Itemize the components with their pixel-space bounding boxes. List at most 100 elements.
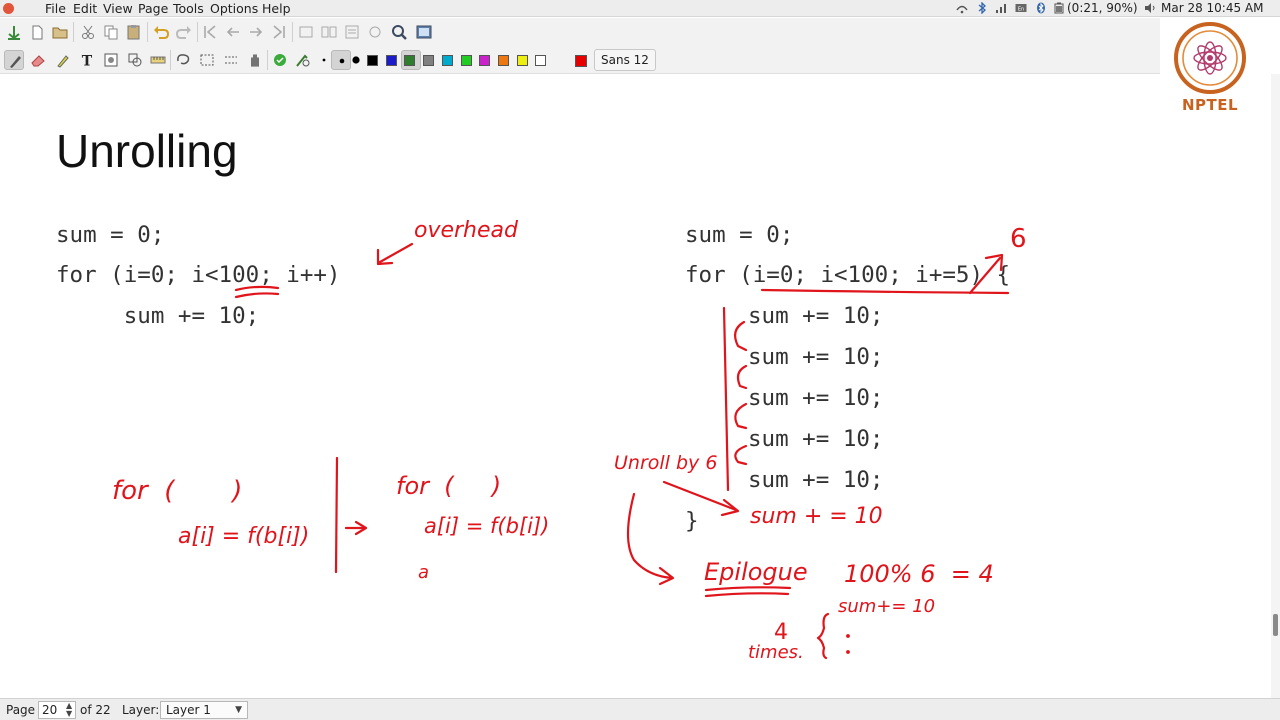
code-line: for (i=0; i<100; i++) [56,262,341,288]
bluetooth-icon[interactable] [976,2,988,14]
annotation-for-2: for ( ) [396,472,502,500]
code-line: for (i=0; i<100; i+=5) { [685,262,1011,288]
annotation-a-partial: a [418,562,430,583]
network-icon[interactable] [995,2,1007,14]
annotation-for-1: for ( ) [112,476,243,506]
eraser-tool-icon[interactable] [28,50,48,70]
nptel-logo-text: NPTEL [1181,96,1239,114]
annotation-mod: 100% 6 = 4 [844,560,994,588]
status-bar: Page 20 ▲ ▼ of 22 Layer: Layer 1 ▼ [0,698,1280,720]
color-swatch[interactable] [423,55,434,66]
wifi-icon[interactable] [956,2,968,14]
color-swatch[interactable] [367,55,378,66]
menu-options[interactable]: Options [210,1,258,16]
annotation-epilogue: Epilogue [704,558,808,586]
code-line: } [685,508,699,534]
insert-page-icon[interactable] [296,22,316,42]
menu-edit[interactable]: Edit [73,1,97,16]
ruler-pen-icon[interactable] [293,50,313,70]
color-swatch[interactable] [479,55,490,66]
annotation-sum-small: sum+= 10 [838,596,936,617]
pen-tool-icon[interactable] [4,50,24,70]
next-page-icon[interactable] [246,22,266,42]
menu-tools[interactable]: Tools [173,1,204,16]
color-swatch[interactable] [575,55,587,67]
color-swatch[interactable] [498,55,509,66]
ruler-tool-icon[interactable] [148,50,168,70]
page-label: Page [6,703,36,717]
previous-page-icon[interactable] [223,22,243,42]
menu-page[interactable]: Page [138,1,168,16]
color-swatch[interactable] [535,55,546,66]
first-page-icon[interactable] [200,22,220,42]
layer-label: Layer: [122,703,160,717]
code-line: sum += 10; [748,385,884,411]
system-tray: En (0:21, 90%) Mar 28 10:45 AM [950,0,1280,17]
zoom-fit-icon[interactable] [365,22,385,42]
redo-icon[interactable] [174,22,194,42]
color-swatch[interactable] [517,55,528,66]
vertical-scrollbar[interactable] [1271,74,1280,698]
clock[interactable]: Mar 28 10:45 AM [1161,1,1264,15]
hand-tool-icon[interactable] [245,50,265,70]
menu-help[interactable]: Help [262,1,291,16]
open-folder-icon[interactable] [50,22,70,42]
annotation-body-2: a[i] = f(b[i]) [424,514,550,538]
lasso-select-icon[interactable] [173,50,193,70]
menu-file[interactable]: File [45,1,66,16]
code-line: sum += 10; [56,303,260,329]
annotation-body-1: a[i] = f(b[i]) [178,524,310,549]
drawing-toolbar: T Sans 12 [0,46,1160,74]
chevron-down-icon: ▼ [235,705,242,715]
color-swatch[interactable] [442,55,453,66]
bluetooth-status-icon[interactable] [1035,2,1047,14]
fullscreen-icon[interactable] [414,22,434,42]
ink-annotations [234,242,1010,660]
toolbar-separator [170,50,171,70]
code-line: sum += 10; [748,303,884,329]
toolbar-separator [267,50,268,70]
annotation-overhead: overhead [414,218,518,243]
slide-title: Unrolling [56,125,238,177]
vertical-space-icon[interactable] [221,50,241,70]
svg-text:T: T [82,54,93,70]
annotation-six: 6 [1010,224,1027,254]
keyboard-layout-icon[interactable]: En [1015,2,1027,14]
volume-icon[interactable] [1144,2,1156,14]
color-swatch[interactable] [386,55,397,66]
undo-icon[interactable] [151,22,171,42]
app-icon[interactable] [3,3,14,14]
layer-select-value: Layer 1 [166,703,211,717]
toolbar-separator [147,22,148,42]
save-icon[interactable] [4,22,24,42]
page-spinner-icon[interactable]: ▲ ▼ [66,702,72,718]
svg-text:En: En [1018,7,1024,13]
paste-icon[interactable] [124,22,144,42]
new-document-icon[interactable] [27,22,47,42]
color-swatch[interactable] [404,55,415,66]
text-tool-icon[interactable]: T [77,50,97,70]
cut-icon[interactable] [78,22,98,42]
page-layout-icon[interactable] [319,22,339,42]
menubar: File Edit View Page Tools Options Help E… [0,0,1280,17]
last-page-icon[interactable] [269,22,289,42]
scrollbar-thumb[interactable] [1273,614,1278,636]
toolbar-separator [197,22,198,42]
color-swatch[interactable] [461,55,472,66]
highlighter-tool-icon[interactable] [53,50,73,70]
shape-recognizer-icon[interactable] [270,50,290,70]
page-list-icon[interactable] [342,22,362,42]
search-icon[interactable] [389,22,409,42]
copy-icon[interactable] [101,22,121,42]
menu-view[interactable]: View [103,1,133,16]
code-line: sum = 0; [685,222,794,248]
font-button[interactable]: Sans 12 [594,49,656,71]
battery-icon[interactable] [1053,2,1065,14]
thick-pen-icon[interactable] [346,50,366,70]
image-tool-icon[interactable] [101,50,121,70]
rect-select-icon[interactable] [197,50,217,70]
main-toolbar [0,18,1160,46]
toolbar-separator [292,22,293,42]
shape-tool-icon[interactable] [125,50,145,70]
layer-select[interactable]: Layer 1 ▼ [160,701,248,719]
